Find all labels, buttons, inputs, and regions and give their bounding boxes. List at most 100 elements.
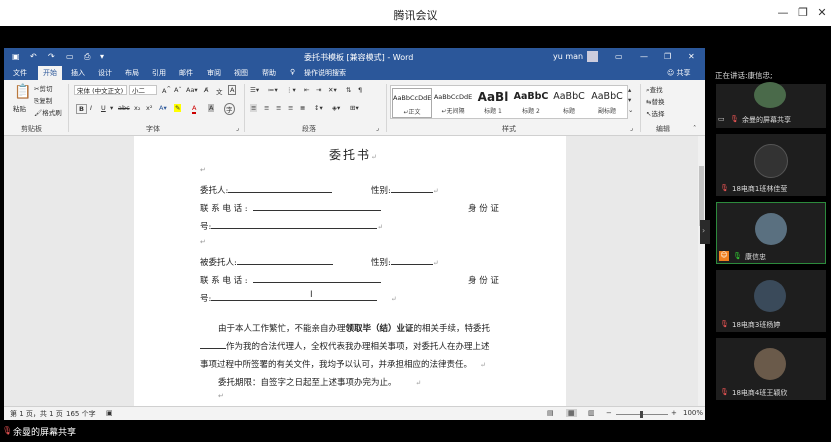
share-button[interactable]: ☺ 共享 [667, 68, 691, 78]
participant-tile-3[interactable]: ☺ 🎙 康信忠 [716, 202, 826, 264]
chinese-layout-icon[interactable]: ✕▾ [328, 86, 337, 94]
zoom-slider[interactable] [616, 411, 668, 418]
enclose-char-icon[interactable]: 字 [224, 103, 235, 115]
tab-help[interactable]: 帮助 [262, 68, 276, 78]
align-right-icon[interactable]: ≡ [276, 104, 281, 112]
scrollbar-thumb[interactable] [699, 166, 704, 226]
word-count[interactable]: 165 个字 [66, 409, 96, 419]
text-effects-icon[interactable]: A▾ [159, 104, 167, 112]
vertical-scrollbar[interactable] [698, 136, 705, 406]
align-left-icon[interactable]: ≡ [250, 104, 258, 112]
paste-button[interactable]: 粘贴 [13, 103, 26, 113]
shrink-font-icon[interactable]: Aˇ [174, 86, 182, 94]
ribbon-display-icon[interactable]: ▭ [615, 52, 623, 61]
tab-view[interactable]: 视图 [234, 68, 248, 78]
superscript-button[interactable]: x² [146, 104, 152, 112]
char-shading-icon[interactable]: A [208, 104, 215, 112]
cut-button[interactable]: ✂剪切 [34, 83, 52, 93]
zoom-in-icon[interactable]: + [671, 409, 677, 417]
phonetic-icon[interactable]: 文 [216, 86, 223, 96]
style-heading-2[interactable]: AaBbC 标题 2 [511, 88, 551, 118]
panel-collapse-handle[interactable]: › [700, 220, 710, 244]
justify-icon[interactable]: ≡ [288, 104, 293, 112]
style-normal[interactable]: AaBbCcDdE ↵正文 [392, 88, 432, 118]
font-dialog-launcher-icon[interactable]: ⌟ [236, 124, 239, 132]
restore-icon[interactable]: ❐ [796, 6, 810, 19]
document-page[interactable]: 委托书↵ ↵ 委托人: 性别: ↵ 联 系 电 话 : 身 份 证 号: ↵ ↵ 被… [134, 136, 566, 406]
bold-button[interactable]: B [76, 104, 87, 114]
styles-scroll-up-icon[interactable]: ▴ [628, 86, 631, 94]
user-avatar[interactable] [587, 51, 598, 62]
print-layout-icon[interactable]: ▦ [566, 409, 577, 417]
clear-format-icon[interactable]: A̸ [204, 86, 208, 94]
zoom-slider-thumb[interactable] [640, 411, 643, 418]
word-minimize-icon[interactable]: — [640, 52, 648, 61]
font-name-select[interactable]: 宋体 (中文正文) [74, 85, 127, 95]
increase-indent-icon[interactable]: ⇥ [316, 86, 321, 94]
replace-button[interactable]: ⇆替换 [646, 96, 664, 106]
zoom-level[interactable]: 100% [683, 409, 703, 417]
tab-references[interactable]: 引用 [152, 68, 166, 78]
tab-layout[interactable]: 布局 [125, 68, 139, 78]
underline-button[interactable]: U [101, 104, 106, 112]
font-size-select[interactable]: 小二 [129, 85, 157, 95]
border-char-icon[interactable]: A [228, 85, 237, 95]
style-no-spacing[interactable]: AaBbCcDdE ↵无间隔 [433, 88, 473, 118]
bullets-icon[interactable]: ☰▾ [250, 86, 259, 94]
participant-tile-1[interactable]: ▭ 🎙 余曼的屏幕共享 [716, 82, 826, 128]
tab-insert[interactable]: 插入 [71, 68, 85, 78]
tell-me-search[interactable]: 操作说明搜索 [304, 68, 346, 78]
participant-tile-4[interactable]: 🎙 18电商3班杨婷 [716, 270, 826, 332]
page-count[interactable]: 第 1 页，共 1 页 [10, 409, 63, 419]
paragraph-dialog-launcher-icon[interactable]: ⌟ [376, 124, 379, 132]
highlight-icon[interactable]: ✎ [174, 104, 182, 112]
tab-mailings[interactable]: 邮件 [179, 68, 193, 78]
style-heading-1[interactable]: AaBl 标题 1 [473, 88, 513, 118]
zoom-out-icon[interactable]: − [606, 409, 612, 417]
change-case-icon[interactable]: Aa▾ [186, 86, 198, 94]
tab-design[interactable]: 设计 [98, 68, 112, 78]
distributed-icon[interactable]: ≣ [300, 104, 305, 112]
user-name[interactable]: yu man [553, 52, 583, 61]
align-center-icon[interactable]: ≡ [264, 104, 269, 112]
save-icon[interactable]: ▣ [12, 52, 20, 61]
qat-dropdown-icon[interactable]: ▾ [100, 52, 104, 61]
styles-scroll-down-icon[interactable]: ▾ [628, 96, 631, 104]
sort-icon[interactable]: ⇅ [346, 86, 351, 94]
tab-home[interactable]: 开始 [38, 66, 62, 80]
copy-button[interactable]: ⎘复制 [34, 95, 52, 106]
style-title[interactable]: AaBbC 标题 [549, 88, 589, 118]
grow-font-icon[interactable]: A^ [162, 86, 171, 95]
print-preview-icon[interactable]: ⎙ [84, 52, 90, 62]
borders-icon[interactable]: ⊞▾ [350, 104, 359, 112]
numbering-icon[interactable]: ≔▾ [268, 86, 278, 94]
subscript-button[interactable]: x₂ [134, 104, 140, 112]
proofing-icon[interactable]: ▣ [106, 409, 113, 417]
decrease-indent-icon[interactable]: ⇤ [304, 86, 309, 94]
tab-review[interactable]: 审阅 [207, 68, 221, 78]
select-button[interactable]: ↖选择 [646, 108, 664, 118]
word-close-icon[interactable]: ✕ [688, 52, 695, 61]
open-icon[interactable]: ▭ [66, 52, 74, 61]
find-button[interactable]: ⌕查找 [646, 84, 663, 95]
multilevel-list-icon[interactable]: ⋮▾ [286, 86, 296, 94]
tab-file[interactable]: 文件 [13, 68, 27, 78]
format-painter-button[interactable]: 🖌格式刷 [34, 107, 62, 117]
style-subtitle[interactable]: AaBbC 副标题 [587, 88, 627, 118]
participant-tile-2[interactable]: 🎙 18电商1班林佳莹 [716, 134, 826, 196]
web-layout-icon[interactable]: ▥ [588, 409, 595, 417]
minimize-icon[interactable]: — [776, 6, 790, 19]
line-spacing-icon[interactable]: ↕▾ [314, 104, 323, 112]
word-restore-icon[interactable]: ❐ [664, 52, 671, 61]
undo-icon[interactable]: ↶ [30, 52, 37, 61]
shading-icon[interactable]: ◈▾ [332, 104, 340, 112]
close-icon[interactable]: ✕ [815, 6, 829, 19]
collapse-ribbon-icon[interactable]: ˄ [693, 124, 696, 132]
participant-tile-5[interactable]: 🎙 18电商4班王颖欣 [716, 338, 826, 400]
styles-more-icon[interactable]: ⌄ [628, 106, 633, 114]
italic-button[interactable]: I [90, 104, 92, 112]
read-mode-icon[interactable]: ▤ [547, 409, 554, 417]
underline-dropdown-icon[interactable]: ▾ [110, 104, 113, 112]
show-marks-icon[interactable]: ¶ [358, 86, 362, 94]
redo-icon[interactable]: ↷ [48, 52, 55, 61]
